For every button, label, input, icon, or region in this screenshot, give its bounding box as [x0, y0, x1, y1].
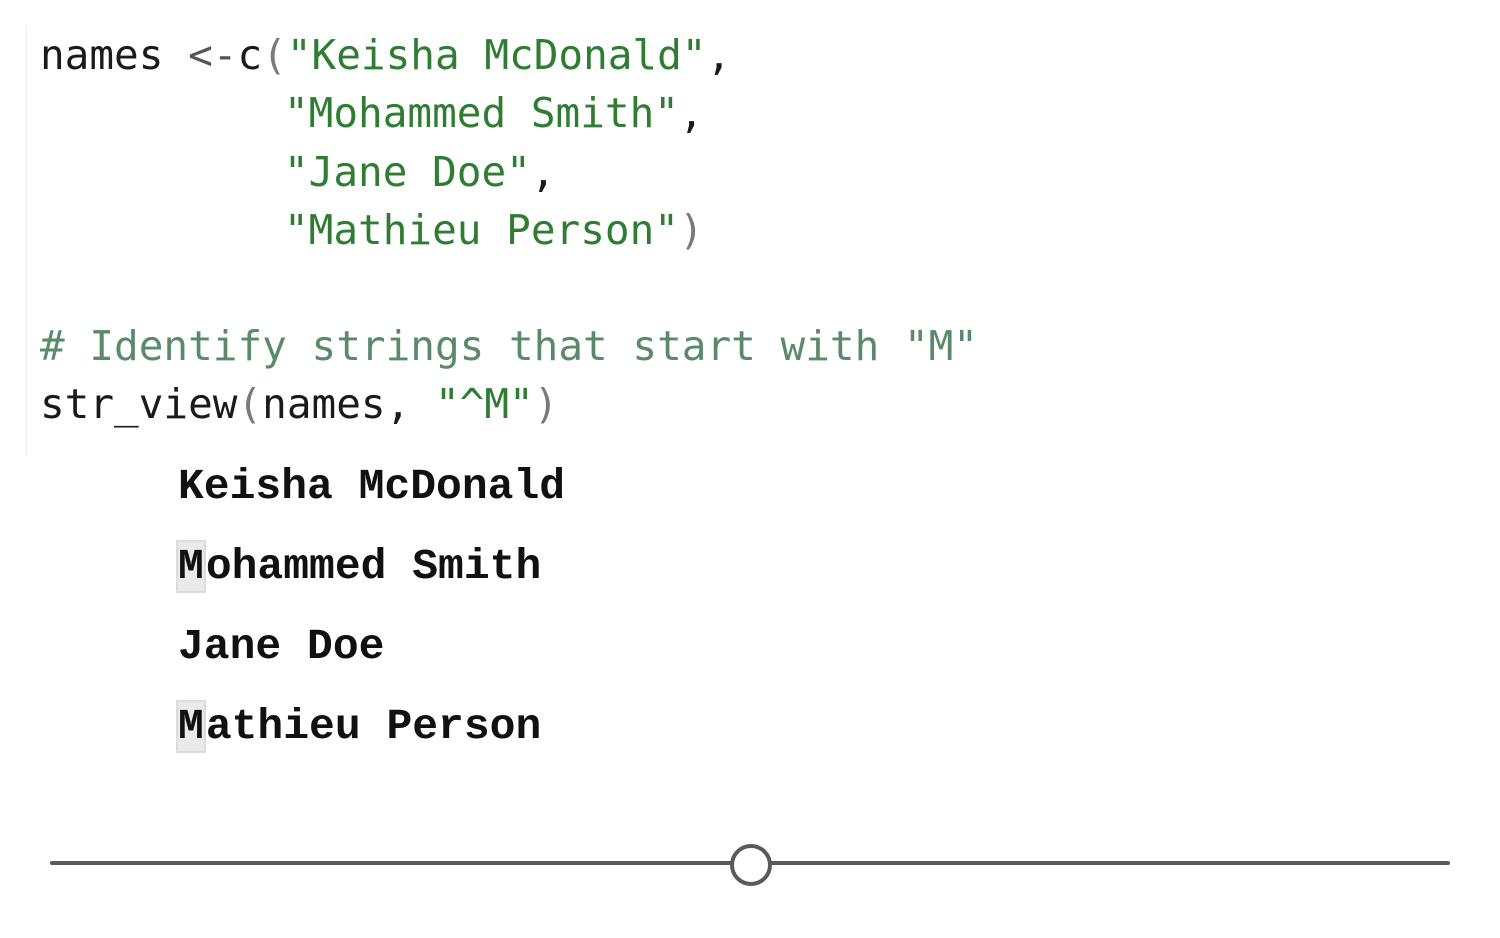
variable-names: names	[40, 31, 164, 79]
comma: ,	[706, 31, 732, 79]
open-paren: (	[237, 380, 263, 428]
code-line-string: "Mohammed Smith",	[284, 84, 704, 142]
string-literal: "Mathieu Person"	[284, 206, 679, 254]
close-paren: )	[533, 380, 559, 428]
output-text: athieu Person	[205, 702, 542, 751]
output-item: Jane Doe	[178, 616, 384, 678]
code-line-string: "Mathieu Person")	[284, 201, 704, 259]
output-text: Keisha McDonald	[178, 462, 566, 511]
code-line-string: "Jane Doe",	[284, 143, 556, 201]
output-item: Mohammed Smith	[176, 536, 542, 598]
output-text: Jane Doe	[178, 622, 385, 671]
match-highlight: M	[176, 540, 206, 593]
open-paren: (	[262, 31, 287, 79]
function-c: c	[237, 31, 263, 79]
comma: ,	[678, 89, 704, 137]
string-literal: "Keisha McDonald"	[286, 31, 707, 79]
code-line-call: str_view(names, "^M")	[40, 375, 558, 433]
string-literal: "Jane Doe"	[284, 148, 531, 196]
code-block: names <-c("Keisha McDonald", "Mohammed S…	[26, 26, 1027, 456]
output-item: Keisha McDonald	[178, 456, 565, 518]
output-text: ohammed Smith	[205, 542, 542, 591]
progress-slider[interactable]	[50, 840, 1450, 892]
function-str-view: str_view	[40, 380, 238, 428]
match-highlight: M	[176, 700, 206, 753]
string-literal: "Mohammed Smith"	[284, 89, 679, 137]
comma: ,	[530, 148, 556, 196]
close-paren: )	[678, 206, 704, 254]
output-item: Mathieu Person	[176, 696, 542, 758]
code-comment: # Identify strings that start with "M"	[40, 322, 978, 370]
assign-operator: <-	[163, 31, 238, 79]
argument-names: names,	[262, 380, 435, 428]
slider-thumb[interactable]	[730, 844, 772, 886]
pattern-literal: "^M"	[434, 380, 534, 428]
code-line-assignment: names <-c("Keisha McDonald",	[40, 26, 731, 84]
